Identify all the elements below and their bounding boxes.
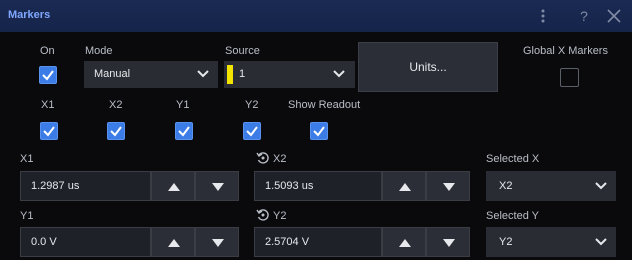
units-button[interactable]: Units... [358,42,498,92]
source-color-swatch [227,65,233,84]
mode-label: Mode [85,45,113,57]
readout-x2-label: X2 [109,99,123,111]
chevron-down-icon [595,238,607,246]
y1-input[interactable]: 0.0 V [20,227,151,257]
y2-value: 2.5704 V [265,236,310,248]
chevron-down-icon [333,70,345,78]
y1-increment-button[interactable] [151,227,195,257]
chevron-down-icon [595,182,607,190]
window-title: Markers [8,9,51,21]
global-x-markers-checkbox[interactable] [560,68,579,87]
readout-y1-label: Y1 [176,99,190,111]
x2-label: X2 [273,153,287,165]
x1-increment-button[interactable] [151,171,195,201]
triangle-down-icon [443,239,455,247]
x1-input[interactable]: 1.2987 us [20,171,151,201]
readout-x1-label: X1 [41,99,55,111]
x2-input[interactable]: 1.5093 us [254,171,382,201]
global-x-markers-label: Global X Markers [523,45,608,57]
help-icon[interactable]: ? [574,6,594,26]
triangle-down-icon [443,183,455,191]
link-marker-icon [256,151,270,165]
triangle-up-icon [399,183,411,191]
selected-y-label: Selected Y [486,210,540,222]
link-marker-icon [256,208,270,222]
readout-y2-label: Y2 [245,99,259,111]
y2-input[interactable]: 2.5704 V [254,227,382,257]
selected-y-value: Y2 [499,236,513,248]
y2-decrement-button[interactable] [426,227,470,257]
readout-y2-checkbox[interactable] [243,122,261,140]
show-readout-label: Show Readout [288,99,361,111]
mode-value: Manual [94,68,131,80]
triangle-up-icon [168,183,180,191]
source-value: 1 [239,68,246,80]
source-dropdown[interactable]: 1 [224,61,355,88]
y1-label: Y1 [20,210,34,222]
readout-y1-checkbox[interactable] [175,122,193,140]
show-readout-checkbox[interactable] [310,122,328,140]
triangle-up-icon [399,239,411,247]
y1-decrement-button[interactable] [195,227,239,257]
readout-x1-checkbox[interactable] [40,122,58,140]
x1-label: X1 [20,153,34,165]
selected-y-dropdown[interactable]: Y2 [486,227,616,257]
more-menu-icon[interactable] [533,6,553,26]
triangle-down-icon [212,239,224,247]
chevron-down-icon [197,70,209,78]
y2-increment-button[interactable] [382,227,426,257]
selected-x-label: Selected X [486,153,540,165]
on-label: On [40,45,55,57]
y1-value: 0.0 V [31,236,57,248]
x2-increment-button[interactable] [382,171,426,201]
selected-x-value: X2 [499,180,513,192]
on-checkbox[interactable] [39,66,57,84]
x2-value: 1.5093 us [265,180,314,192]
close-icon[interactable] [604,6,624,26]
triangle-up-icon [168,239,180,247]
readout-x2-checkbox[interactable] [107,122,125,140]
x1-value: 1.2987 us [31,180,80,192]
source-label: Source [225,45,260,57]
x2-decrement-button[interactable] [426,171,470,201]
svg-text:?: ? [580,8,588,24]
y2-label: Y2 [273,210,287,222]
mode-dropdown[interactable]: Manual [84,61,218,88]
triangle-down-icon [212,183,224,191]
selected-x-dropdown[interactable]: X2 [486,171,616,201]
units-button-label: Units... [409,60,447,74]
x1-decrement-button[interactable] [195,171,239,201]
